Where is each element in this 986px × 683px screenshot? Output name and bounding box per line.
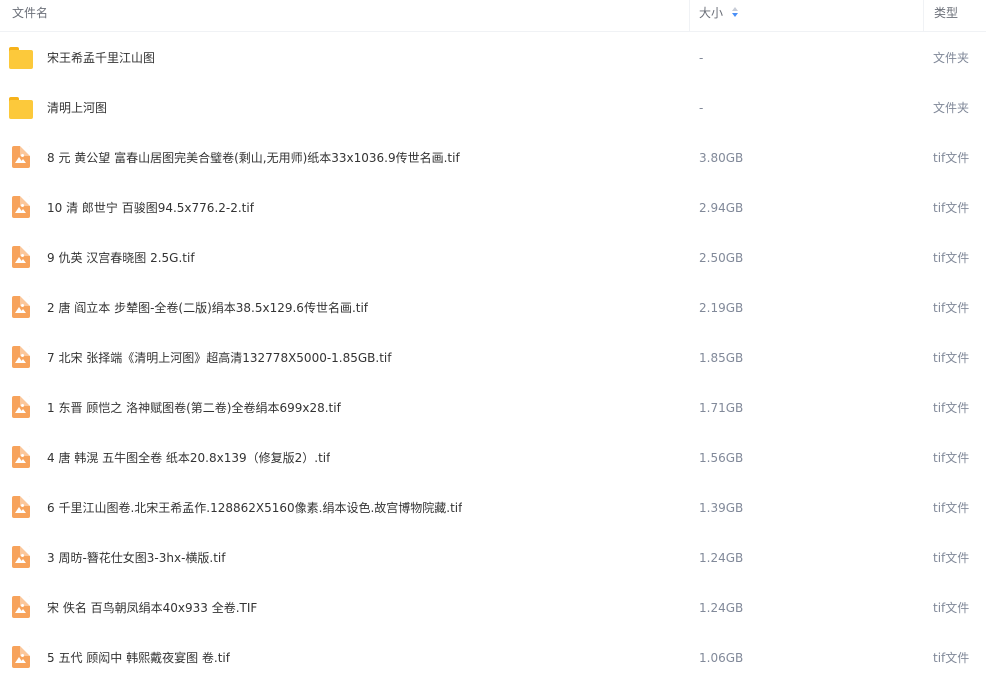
file-type: tif文件 [933, 251, 970, 265]
file-type: tif文件 [933, 501, 970, 515]
file-type: tif文件 [933, 651, 970, 665]
file-name[interactable]: 宋王希孟千里江山图 [47, 33, 155, 83]
file-size: 1.56GB [699, 451, 744, 465]
file-type: 文件夹 [933, 101, 970, 115]
file-size: 1.24GB [699, 601, 744, 615]
file-row[interactable]: 宋王希孟千里江山图 - 文件夹 [0, 33, 986, 83]
file-type: tif文件 [933, 551, 970, 565]
sort-descending-icon[interactable] [731, 7, 739, 18]
file-name[interactable]: 3 周昉-簪花仕女图3-3hx-横版.tif [47, 533, 226, 583]
file-size: - [699, 101, 704, 115]
image-file-icon [9, 446, 33, 469]
file-row[interactable]: 9 仇英 汉宫春晓图 2.5G.tif 2.50GB tif文件 [0, 233, 986, 283]
file-row[interactable]: 6 千里江山图卷.北宋王希孟作.128862X5160像素.绢本设色.故宫博物院… [0, 483, 986, 533]
file-name[interactable]: 7 北宋 张择端《清明上河图》超高清132778X5000-1.85GB.tif [47, 333, 392, 383]
file-type: tif文件 [933, 601, 970, 615]
file-type: tif文件 [933, 301, 970, 315]
file-name[interactable]: 6 千里江山图卷.北宋王希孟作.128862X5160像素.绢本设色.故宫博物院… [47, 483, 462, 533]
column-header-type[interactable]: 类型 [923, 0, 986, 31]
file-type: tif文件 [933, 201, 970, 215]
file-size: 2.19GB [699, 301, 744, 315]
image-file-icon [9, 296, 33, 319]
file-size: 1.24GB [699, 551, 744, 565]
file-type: tif文件 [933, 351, 970, 365]
folder-icon [9, 97, 33, 119]
image-file-icon [9, 346, 33, 369]
file-row[interactable]: 7 北宋 张择端《清明上河图》超高清132778X5000-1.85GB.tif… [0, 333, 986, 383]
file-size: - [699, 51, 704, 65]
file-row[interactable]: 清明上河图 - 文件夹 [0, 83, 986, 133]
file-name[interactable]: 4 唐 韩滉 五牛图全卷 纸本20.8x139（修复版2）.tif [47, 433, 330, 483]
file-name[interactable]: 2 唐 阎立本 步辇图-全卷(二版)绢本38.5x129.6传世名画.tif [47, 283, 368, 333]
column-header-name[interactable]: 文件名 [0, 0, 689, 31]
image-file-icon [9, 546, 33, 569]
image-file-icon [9, 396, 33, 419]
column-header-size-label: 大小 [699, 6, 724, 20]
image-file-icon [9, 646, 33, 669]
file-name[interactable]: 5 五代 顾闳中 韩熙戴夜宴图 卷.tif [47, 633, 230, 683]
image-file-icon [9, 596, 33, 619]
file-name[interactable]: 1 东晋 顾恺之 洛神赋图卷(第二卷)全卷绢本699x28.tif [47, 383, 341, 433]
column-header-size[interactable]: 大小 [689, 0, 923, 31]
image-file-icon [9, 496, 33, 519]
file-list: 文件名 大小 类型 宋王希孟千里江山图 - 文件夹 清明上河图 - 文件夹 8 … [0, 0, 986, 683]
image-file-icon [9, 146, 33, 169]
file-size: 2.50GB [699, 251, 744, 265]
file-row[interactable]: 8 元 黄公望 富春山居图完美合璧卷(剩山,无用师)纸本33x1036.9传世名… [0, 133, 986, 183]
file-size: 2.94GB [699, 201, 744, 215]
file-name[interactable]: 宋 佚名 百鸟朝凤绢本40x933 全卷.TIF [47, 583, 257, 633]
file-size: 1.39GB [699, 501, 744, 515]
file-size: 1.85GB [699, 351, 744, 365]
file-row[interactable]: 2 唐 阎立本 步辇图-全卷(二版)绢本38.5x129.6传世名画.tif 2… [0, 283, 986, 333]
file-size: 3.80GB [699, 151, 744, 165]
file-list-header: 文件名 大小 类型 [0, 0, 986, 32]
file-row[interactable]: 4 唐 韩滉 五牛图全卷 纸本20.8x139（修复版2）.tif 1.56GB… [0, 433, 986, 483]
file-name[interactable]: 清明上河图 [47, 83, 107, 133]
column-header-type-label: 类型 [934, 6, 959, 20]
file-size: 1.06GB [699, 651, 744, 665]
file-row[interactable]: 1 东晋 顾恺之 洛神赋图卷(第二卷)全卷绢本699x28.tif 1.71GB… [0, 383, 986, 433]
file-row[interactable]: 3 周昉-簪花仕女图3-3hx-横版.tif 1.24GB tif文件 [0, 533, 986, 583]
file-row[interactable]: 宋 佚名 百鸟朝凤绢本40x933 全卷.TIF 1.24GB tif文件 [0, 583, 986, 633]
column-header-name-label: 文件名 [12, 6, 49, 20]
file-rows: 宋王希孟千里江山图 - 文件夹 清明上河图 - 文件夹 8 元 黄公望 富春山居… [0, 33, 986, 683]
file-type: tif文件 [933, 451, 970, 465]
file-type: tif文件 [933, 151, 970, 165]
file-name[interactable]: 8 元 黄公望 富春山居图完美合璧卷(剩山,无用师)纸本33x1036.9传世名… [47, 133, 460, 183]
file-type: tif文件 [933, 401, 970, 415]
file-type: 文件夹 [933, 51, 970, 65]
folder-icon [9, 47, 33, 69]
image-file-icon [9, 246, 33, 269]
file-name[interactable]: 9 仇英 汉宫春晓图 2.5G.tif [47, 233, 195, 283]
file-row[interactable]: 10 清 郎世宁 百骏图94.5x776.2-2.tif 2.94GB tif文… [0, 183, 986, 233]
image-file-icon [9, 196, 33, 219]
file-name[interactable]: 10 清 郎世宁 百骏图94.5x776.2-2.tif [47, 183, 254, 233]
file-row[interactable]: 5 五代 顾闳中 韩熙戴夜宴图 卷.tif 1.06GB tif文件 [0, 633, 986, 683]
file-size: 1.71GB [699, 401, 744, 415]
